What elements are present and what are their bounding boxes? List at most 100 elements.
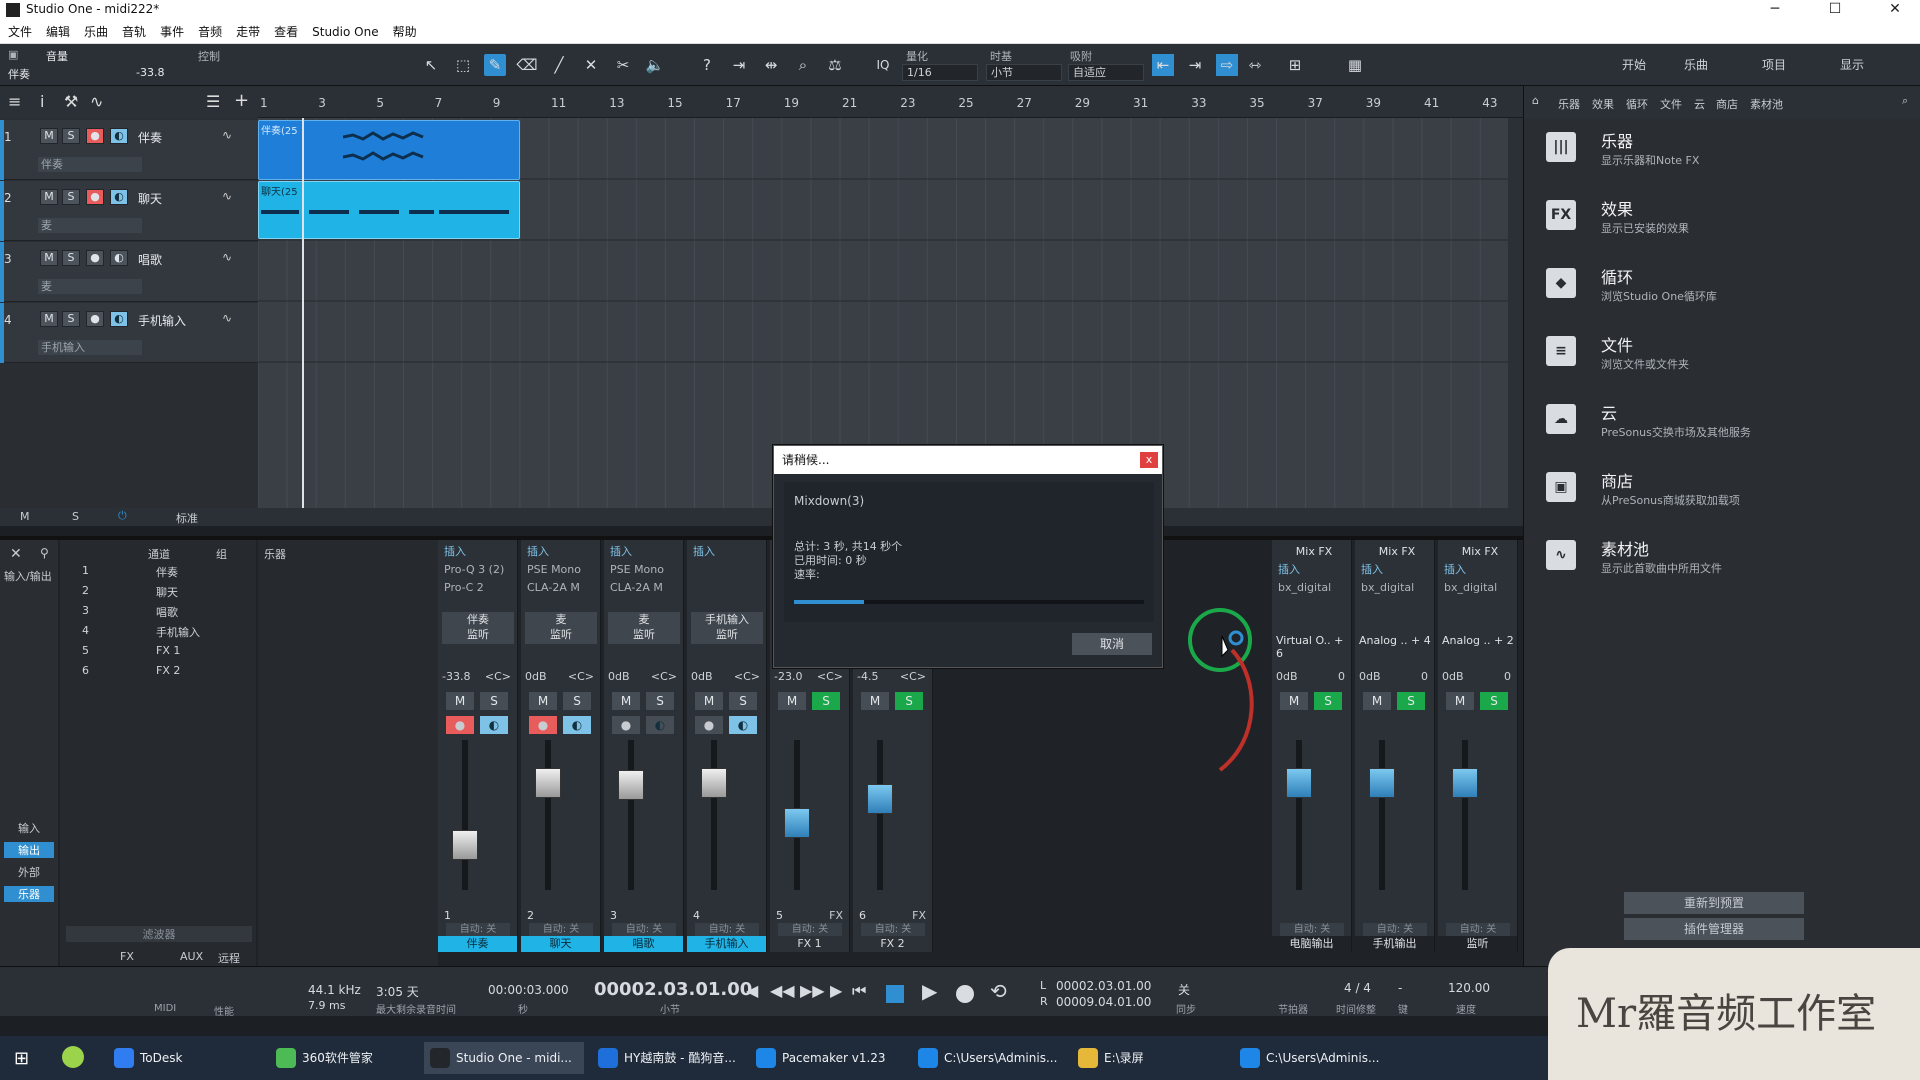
- taskbar-item[interactable]: C:\Users\Adminis...: [912, 1042, 1062, 1074]
- nav-start[interactable]: 开始: [1622, 54, 1646, 76]
- menu-file[interactable]: 文件: [8, 23, 32, 40]
- split-tool-icon[interactable]: ✂: [612, 54, 634, 76]
- mix-fx-select[interactable]: Mix FX: [1440, 544, 1516, 560]
- input-select[interactable]: 麦监听: [608, 612, 680, 644]
- record-button[interactable]: ●: [86, 311, 104, 327]
- solo-button[interactable]: S: [62, 250, 80, 266]
- listen-tool-icon[interactable]: 🔈: [644, 54, 666, 76]
- pan-readout[interactable]: 0: [1338, 670, 1345, 683]
- menu-help[interactable]: 帮助: [393, 23, 417, 40]
- tab-pool[interactable]: 素材池: [1750, 96, 1783, 112]
- plugin-slot[interactable]: bx_digital: [1440, 580, 1516, 596]
- insert-slot[interactable]: 插入: [606, 544, 682, 560]
- browser-item[interactable]: ≡ 文件 浏览文件或文件夹: [1546, 330, 1906, 390]
- tab-loops[interactable]: 循环: [1626, 96, 1648, 112]
- monitor-button[interactable]: ◐: [110, 189, 128, 205]
- automation-mode[interactable]: 自动: 关: [1280, 923, 1344, 936]
- menu-audio[interactable]: 音频: [198, 23, 222, 40]
- remote-tab[interactable]: 远程: [218, 950, 240, 966]
- search-icon[interactable]: ⌕: [1902, 94, 1908, 108]
- pan-readout[interactable]: <C>: [900, 670, 926, 683]
- input-select[interactable]: 麦监听: [525, 612, 597, 644]
- fader-track[interactable]: [1462, 740, 1468, 890]
- taskbar-item[interactable]: HY越南鼓 - 酷狗音...: [592, 1042, 742, 1074]
- automation-mode[interactable]: 自动: 关: [529, 923, 593, 936]
- snap-events-icon[interactable]: ⇥: [1184, 54, 1206, 76]
- add-track-icon[interactable]: +: [234, 90, 249, 111]
- waveform-icon[interactable]: ∿: [222, 250, 232, 264]
- arrow-tool-icon[interactable]: ↖: [420, 54, 442, 76]
- solo-button[interactable]: S: [62, 311, 80, 327]
- plugin-slot[interactable]: CLA-2A M: [523, 580, 599, 596]
- grid-icon[interactable]: ⊞: [1284, 54, 1306, 76]
- channel-name[interactable]: 聊天: [521, 936, 600, 952]
- insert-slot[interactable]: 插入: [1357, 562, 1433, 578]
- monitor-button[interactable]: ◐: [110, 128, 128, 144]
- track-name[interactable]: 手机输入: [138, 312, 186, 329]
- automation-mode[interactable]: 自动: 关: [1363, 923, 1427, 936]
- fader-handle[interactable]: [1452, 768, 1478, 798]
- solo-button[interactable]: S: [1314, 692, 1342, 710]
- start-icon[interactable]: ⊞: [14, 1048, 29, 1069]
- record-button[interactable]: ●: [86, 128, 104, 144]
- cancel-button[interactable]: 取消: [1072, 633, 1152, 655]
- input-select[interactable]: 手机输入 监听: [691, 612, 763, 644]
- fader-handle[interactable]: [1286, 768, 1312, 798]
- insert-slot[interactable]: 插入: [1274, 562, 1350, 578]
- mute-button[interactable]: M: [446, 692, 474, 710]
- browser-item[interactable]: ☁ 云 PreSonus交换市场及其他服务: [1546, 398, 1906, 458]
- mute-tool-icon[interactable]: ✕: [580, 54, 602, 76]
- waveform-icon[interactable]: ∿: [222, 128, 232, 142]
- io-label[interactable]: 输入/输出: [4, 568, 52, 584]
- home-icon[interactable]: ⌂: [1532, 94, 1539, 107]
- range-tool-icon[interactable]: ⬚: [452, 54, 474, 76]
- automation-mode[interactable]: 自动: 关: [612, 923, 676, 936]
- eraser-tool-icon[interactable]: ⌫: [516, 54, 538, 76]
- fader-handle[interactable]: [701, 768, 727, 798]
- track-input[interactable]: 麦: [38, 218, 142, 233]
- taskbar-item[interactable]: 360软件管家: [270, 1042, 410, 1074]
- mute-button[interactable]: M: [1446, 692, 1474, 710]
- volume-readout[interactable]: 0dB: [691, 670, 713, 683]
- time-seconds[interactable]: 00:00:03.000: [488, 983, 569, 997]
- fader-track[interactable]: [545, 740, 551, 890]
- tab-cloud[interactable]: 云: [1694, 96, 1705, 112]
- fx-tab[interactable]: FX: [120, 950, 134, 963]
- mute-button[interactable]: M: [40, 189, 58, 205]
- fader-handle[interactable]: [618, 770, 644, 800]
- pan-readout[interactable]: <C>: [734, 670, 760, 683]
- volume-readout[interactable]: 0dB: [525, 670, 547, 683]
- solo-button[interactable]: S: [62, 189, 80, 205]
- loop-icon[interactable]: ⟲: [990, 979, 1007, 1003]
- automation-mode[interactable]: 自动: 关: [778, 923, 842, 936]
- fader-handle[interactable]: [784, 808, 810, 838]
- line-tool-icon[interactable]: ╱: [548, 54, 570, 76]
- snap-select[interactable]: 自适应: [1068, 64, 1144, 81]
- record-arm-button[interactable]: ●: [612, 716, 640, 734]
- pan-readout[interactable]: <C>: [651, 670, 677, 683]
- nav-instrument[interactable]: 乐器: [4, 886, 54, 902]
- forward-end-icon[interactable]: ▶: [830, 981, 842, 1000]
- output-routing[interactable]: Analog .. + 4: [1359, 634, 1431, 647]
- solo-button[interactable]: S: [1480, 692, 1508, 710]
- solo-button[interactable]: S: [729, 692, 757, 710]
- monitor-button[interactable]: ◐: [729, 716, 757, 734]
- audio-clip[interactable]: 伴奏(25: [258, 120, 520, 180]
- global-mute[interactable]: M: [20, 510, 30, 523]
- channel-name[interactable]: 手机输入: [687, 936, 766, 952]
- plugin-slot[interactable]: PSE Mono: [606, 562, 682, 578]
- zoom-icon[interactable]: ⌕: [792, 54, 814, 76]
- channel-row[interactable]: 5 FX 1: [60, 644, 260, 662]
- fader-handle[interactable]: [452, 830, 478, 860]
- track-name[interactable]: 聊天: [138, 190, 162, 207]
- key-value[interactable]: -: [1398, 981, 1402, 995]
- plugin-slot[interactable]: CLA-2A M: [606, 580, 682, 596]
- fader-track[interactable]: [1379, 740, 1385, 890]
- fader-handle[interactable]: [867, 784, 893, 814]
- menu-edit[interactable]: 编辑: [46, 23, 70, 40]
- channel-row[interactable]: 3 唱歌: [60, 604, 260, 622]
- audio-clip[interactable]: 聊天(25: [258, 181, 520, 239]
- channel-row[interactable]: 2 聊天: [60, 584, 260, 602]
- iq-button[interactable]: IQ: [872, 54, 894, 76]
- nav-input[interactable]: 输入: [4, 820, 54, 836]
